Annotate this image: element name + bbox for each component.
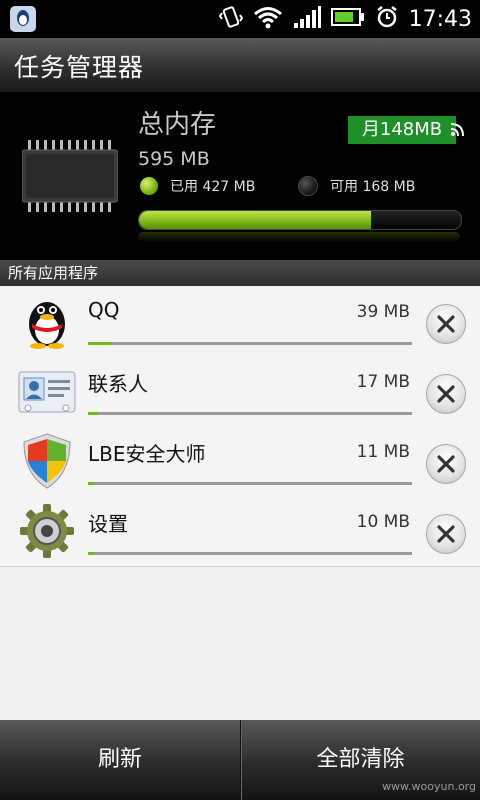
app-list: QQ 39 MB 联系人 17 MB LBE安全大师 11 MB 设置 10 M… [0, 286, 480, 720]
status-icons: 17:43 [218, 0, 472, 38]
clock: 17:43 [408, 6, 472, 32]
app-memory-size: 17 MB [356, 372, 410, 392]
close-icon [437, 315, 455, 333]
app-memory-fill [88, 412, 98, 415]
app-memory-bar [88, 482, 412, 485]
section-header: 所有应用程序 [0, 260, 480, 286]
memory-bar-reflection [138, 232, 460, 242]
app-name: QQ [88, 298, 120, 322]
memory-usage-bar [138, 210, 462, 230]
watermark: www.wooyun.org [382, 780, 476, 793]
app-memory-size: 10 MB [356, 512, 410, 532]
memory-used-label: 已用 427 MB [170, 179, 256, 195]
close-app-button[interactable] [426, 304, 466, 344]
app-name: 联系人 [88, 372, 148, 396]
gear-icon [18, 502, 76, 560]
list-item[interactable]: QQ 39 MB [0, 286, 480, 357]
app-memory-fill [88, 342, 111, 345]
used-indicator-icon [140, 177, 158, 195]
refresh-button[interactable]: 刷新 [0, 720, 240, 800]
list-item[interactable]: LBE安全大师 11 MB [0, 426, 480, 497]
close-icon [437, 525, 455, 543]
page-title: 任务管理器 [14, 53, 145, 82]
app-memory-bar [88, 412, 412, 415]
app-memory-bar [88, 552, 412, 555]
close-app-button[interactable] [426, 374, 466, 414]
memory-available-label: 可用 168 MB [330, 179, 416, 195]
close-app-button[interactable] [426, 514, 466, 554]
app-memory-bar [88, 342, 412, 345]
memory-total: 595 MB [138, 148, 210, 170]
notification-app-icon [10, 6, 36, 32]
close-app-button[interactable] [426, 444, 466, 484]
data-feed-icon [450, 122, 464, 141]
list-item[interactable]: 联系人 17 MB [0, 356, 480, 427]
shield-icon [18, 432, 76, 490]
app-memory-size: 39 MB [356, 302, 410, 322]
monthly-data-badge[interactable]: 月148MB [348, 116, 456, 144]
memory-chip-icon [21, 140, 119, 212]
memory-available: 可用 168 MB [298, 176, 415, 196]
battery-icon [330, 7, 365, 31]
available-indicator-icon [298, 176, 318, 196]
close-icon [437, 385, 455, 403]
alarm-icon [375, 5, 399, 33]
vibrate-icon [218, 5, 243, 33]
contacts-card-icon [18, 362, 76, 420]
signal-icon [293, 5, 321, 33]
title-bar: 任务管理器 [0, 38, 480, 92]
app-memory-fill [88, 552, 95, 555]
memory-panel: 总内存 595 MB 已用 427 MB 可用 168 MB 月148MB [0, 92, 480, 260]
wifi-icon [253, 5, 283, 33]
app-memory-size: 11 MB [356, 442, 410, 462]
app-memory-fill [88, 482, 95, 485]
memory-used: 已用 427 MB [140, 176, 255, 196]
app-name: 设置 [88, 512, 128, 536]
close-icon [437, 455, 455, 473]
status-bar: 17:43 [0, 0, 480, 38]
qq-penguin-icon [18, 292, 76, 350]
list-item[interactable]: 设置 10 MB [0, 496, 480, 567]
app-name: LBE安全大师 [88, 442, 206, 466]
memory-usage-fill [139, 211, 371, 229]
memory-label: 总内存 [138, 110, 217, 140]
